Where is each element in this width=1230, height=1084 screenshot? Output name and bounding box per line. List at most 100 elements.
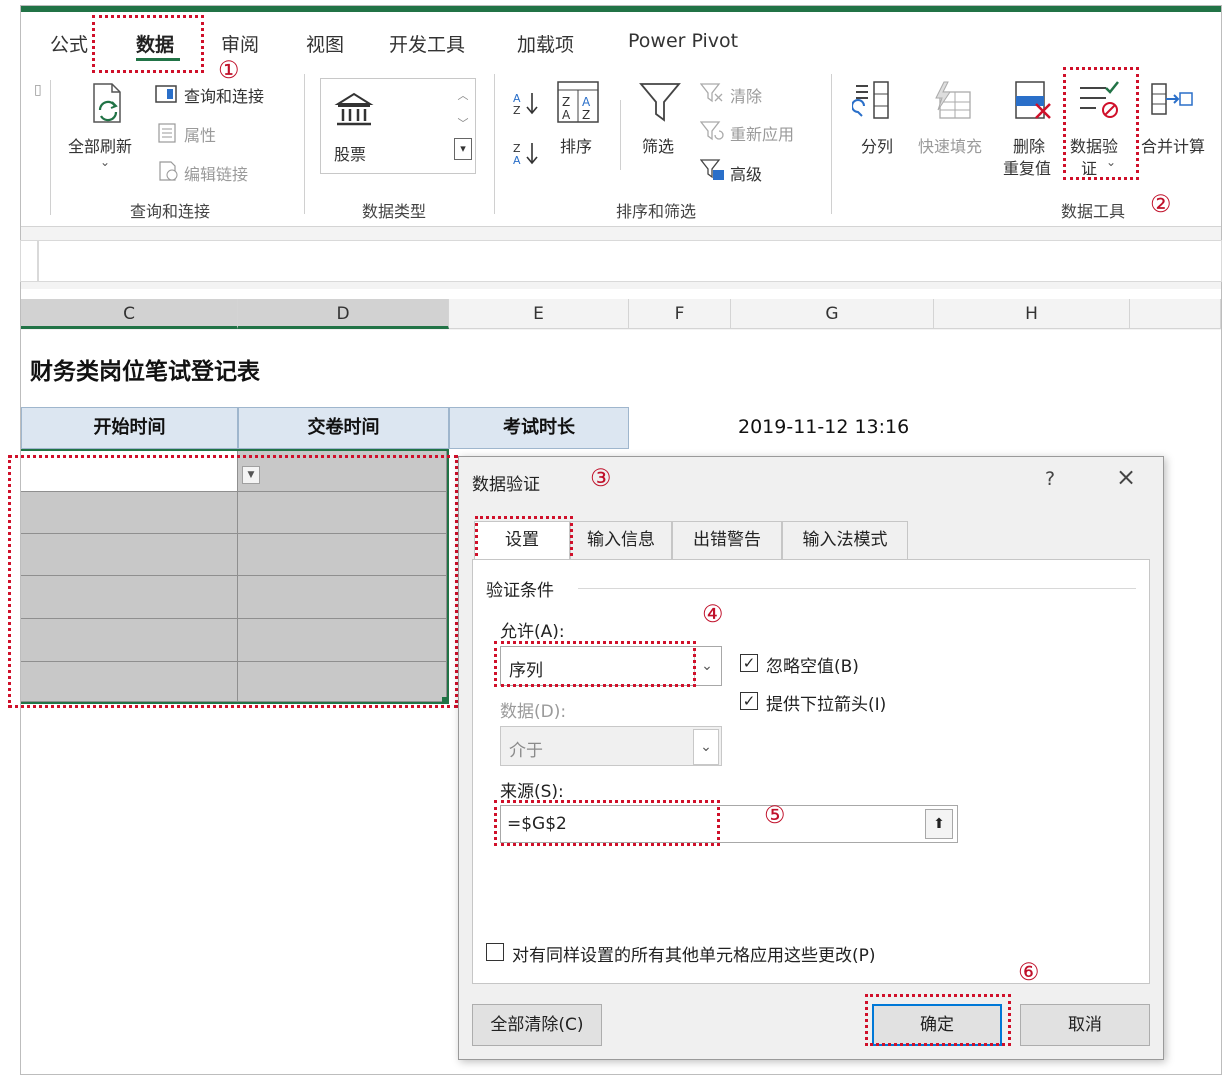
gallery-scroll[interactable]: ︿ ﹀ ▾ (454, 82, 472, 170)
tab-error-alert[interactable]: 出错警告 (672, 521, 782, 559)
remove-duplicates-label-1[interactable]: 删除 (1013, 133, 1045, 157)
refresh-all-button[interactable]: 全部刷新 (68, 133, 132, 157)
annotation-box-allow (494, 641, 696, 687)
source-label: 来源(S): (500, 782, 564, 802)
dropdown-arrow-checkbox[interactable]: ✓ (740, 692, 758, 710)
header-submit-time[interactable]: 交卷时间 (238, 407, 449, 449)
filter-icon[interactable] (638, 80, 682, 124)
remove-duplicates-icon[interactable] (1012, 80, 1054, 122)
sort-ascending-icon[interactable]: AZ (512, 90, 542, 116)
group-separator (620, 100, 621, 170)
data-select-value: 介于 (509, 741, 543, 761)
tab-input-message[interactable]: 输入信息 (570, 521, 672, 559)
dropdown-arrow-label: 提供下拉箭头(I) (766, 695, 887, 715)
consolidate-button[interactable]: 合并计算 (1141, 133, 1205, 157)
svg-text:Z: Z (562, 95, 570, 109)
group-label-query: 查询和连接 (130, 202, 211, 221)
tab-review[interactable]: 审阅 (221, 30, 259, 57)
properties-button[interactable]: 属性 (184, 122, 216, 146)
section-validation-criteria: 验证条件 (486, 581, 554, 601)
text-to-columns-icon[interactable] (852, 80, 892, 122)
column-header-g[interactable]: G (731, 299, 934, 329)
filter-button[interactable]: 筛选 (642, 133, 674, 157)
cancel-button[interactable]: 取消 (1020, 1004, 1150, 1046)
timestamp-cell[interactable]: 2019-11-12 13:16 (738, 416, 909, 438)
header-start-time[interactable]: 开始时间 (21, 407, 238, 449)
column-header-f[interactable]: F (629, 299, 731, 329)
annotation-box-1 (92, 15, 204, 73)
queries-connections-button[interactable]: 查询和连接 (184, 83, 264, 107)
data-label: 数据(D): (500, 702, 567, 722)
clear-all-button[interactable]: 全部清除(C) (472, 1004, 602, 1046)
section-divider (578, 588, 1136, 589)
group-separator (50, 80, 51, 215)
column-header-h[interactable]: H (934, 299, 1130, 329)
flash-fill-icon[interactable] (928, 80, 972, 122)
annotation-marker-5: ⑤ (764, 801, 786, 829)
help-button[interactable]: ? (1045, 468, 1055, 490)
truncated-icon: ▯ (34, 82, 42, 98)
annotation-box-2 (1063, 67, 1139, 180)
sort-dialog-icon[interactable]: ZAAZ (556, 80, 600, 124)
close-icon[interactable]: × (1116, 463, 1136, 491)
column-header-d[interactable]: D (238, 299, 449, 329)
name-box[interactable] (20, 240, 38, 282)
svg-text:Z: Z (582, 108, 590, 122)
group-separator (494, 74, 495, 214)
allow-label: 允许(A): (500, 622, 565, 642)
annotation-marker-1: ① (218, 56, 240, 84)
properties-icon (158, 123, 176, 143)
edit-links-button[interactable]: 编辑链接 (184, 161, 248, 185)
annotation-box-ok (865, 994, 1011, 1046)
ignore-blank-checkbox[interactable]: ✓ (740, 654, 758, 672)
sort-button[interactable]: 排序 (560, 133, 592, 157)
column-header-e[interactable]: E (449, 299, 629, 329)
clear-button[interactable]: 清除 (730, 83, 762, 107)
refresh-all-icon[interactable] (88, 82, 128, 126)
edit-links-icon (158, 160, 180, 182)
chevron-down-icon[interactable]: ⌄ (694, 649, 719, 683)
svg-text:Z: Z (513, 104, 521, 116)
group-label-data-types: 数据类型 (362, 202, 427, 221)
tab-power-pivot[interactable]: Power Pivot (628, 30, 738, 52)
group-label-sort-filter: 排序和筛选 (616, 202, 697, 221)
title-bar-strip (21, 6, 1221, 12)
flash-fill-button[interactable]: 快速填充 (918, 133, 982, 157)
tab-developer[interactable]: 开发工具 (389, 30, 465, 57)
header-duration[interactable]: 考试时长 (449, 407, 629, 449)
bank-icon (334, 90, 374, 130)
sort-descending-icon[interactable]: ZA (512, 140, 542, 166)
group-separator (831, 74, 832, 214)
reapply-button[interactable]: 重新应用 (730, 121, 794, 145)
tab-formulas[interactable]: 公式 (50, 30, 88, 57)
tab-addins[interactable]: 加载项 (517, 30, 574, 57)
data-select[interactable]: 介于 ⌄ (500, 726, 722, 766)
chevron-down-icon[interactable]: ⌄ (100, 155, 110, 169)
sheet-title[interactable]: 财务类岗位笔试登记表 (30, 352, 260, 386)
annotation-box-range (8, 455, 458, 708)
svg-text:A: A (582, 95, 591, 109)
tab-ime-mode[interactable]: 输入法模式 (782, 521, 908, 559)
tab-view[interactable]: 视图 (306, 30, 344, 57)
ignore-blank-label: 忽略空值(B) (766, 657, 859, 677)
annotation-marker-3: ③ (590, 464, 612, 492)
apply-all-checkbox[interactable] (486, 943, 504, 961)
dialog-title: 数据验证 (472, 475, 540, 495)
column-header-c[interactable]: C (21, 299, 238, 329)
annotation-marker-2: ② (1150, 190, 1172, 218)
column-header-blank[interactable] (1130, 299, 1221, 329)
svg-text:A: A (562, 108, 571, 122)
remove-duplicates-label-2[interactable]: 重复值 (1003, 155, 1051, 179)
stocks-data-type[interactable]: 股票 (334, 141, 366, 165)
chevron-down-icon[interactable]: ⌄ (693, 729, 719, 765)
advanced-button[interactable]: 高级 (730, 161, 762, 185)
collapse-dialog-icon[interactable]: ⬆ (925, 809, 953, 839)
settings-panel (472, 559, 1150, 984)
svg-text:A: A (513, 154, 521, 166)
text-to-columns-button[interactable]: 分列 (861, 133, 893, 157)
consolidate-icon[interactable] (1150, 80, 1194, 122)
apply-all-label: 对有同样设置的所有其他单元格应用这些更改(P) (512, 946, 876, 966)
reapply-icon (700, 120, 724, 142)
formula-bar[interactable] (38, 240, 1222, 282)
annotation-box-settings-tab (475, 516, 573, 562)
